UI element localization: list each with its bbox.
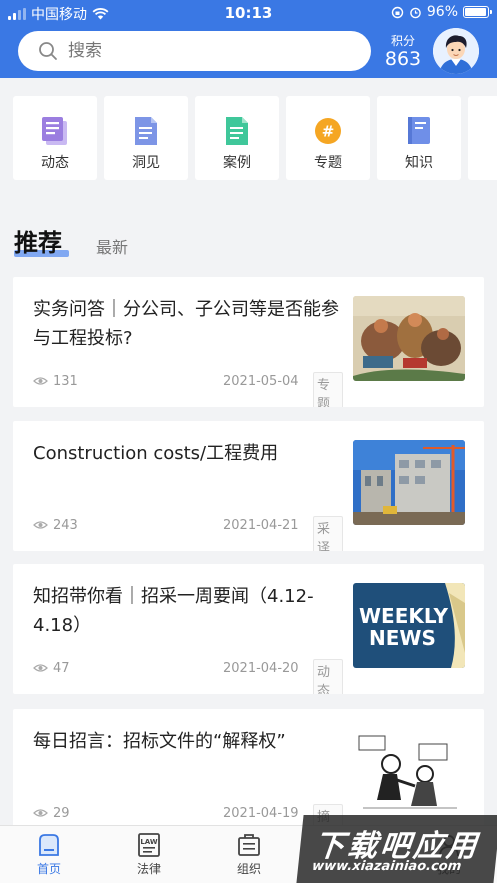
search-icon bbox=[39, 42, 57, 60]
points-display[interactable]: 积分 863 bbox=[380, 32, 426, 69]
site-watermark: 下载吧应用 www.xiazainiao.com bbox=[296, 815, 497, 883]
battery-icon bbox=[463, 6, 492, 18]
article-meta: 29 2021-04-19 摘编 bbox=[33, 804, 343, 839]
nav-organization[interactable]: 组织 bbox=[224, 832, 274, 877]
category-label: 洞见 bbox=[132, 155, 160, 171]
category-label: 动态 bbox=[41, 155, 69, 171]
orientation-lock-icon bbox=[391, 6, 404, 18]
category-knowledge[interactable]: 知识 bbox=[377, 96, 461, 180]
article-date: 2021-04-21 bbox=[223, 518, 299, 533]
organization-icon bbox=[238, 834, 260, 856]
views-eye-icon bbox=[33, 664, 48, 672]
category-more[interactable] bbox=[468, 96, 497, 180]
article-date: 2021-04-19 bbox=[223, 806, 299, 821]
views-eye-icon bbox=[33, 521, 48, 529]
category-topics[interactable]: # 专题 bbox=[286, 96, 370, 180]
category-label: 专题 bbox=[314, 155, 342, 171]
article-card[interactable]: 知招带你看｜招采一周要闻（4.12-4.18） 47 2021-04-20 动态… bbox=[13, 564, 484, 694]
nav-label: 法律 bbox=[136, 862, 161, 876]
battery-percent: 96% bbox=[426, 4, 458, 20]
book-icon bbox=[408, 117, 430, 144]
category-label: 案例 bbox=[223, 155, 251, 171]
cartoon-thumbnail-image bbox=[353, 728, 465, 813]
article-title: 实务问答｜分公司、子公司等是否能参与工程投标? bbox=[33, 299, 339, 349]
nav-label: 首页 bbox=[36, 862, 61, 876]
case-doc-icon bbox=[226, 117, 248, 145]
article-tag: 动态 bbox=[313, 659, 343, 694]
thumb-weekly-text: WEEKLY bbox=[359, 604, 449, 628]
article-date: 2021-05-04 bbox=[223, 374, 299, 389]
nav-law[interactable]: LAW 法律 bbox=[124, 832, 174, 877]
article-title: 知招带你看｜招采一周要闻（4.12-4.18） bbox=[33, 586, 314, 636]
category-news[interactable]: 动态 bbox=[13, 96, 97, 180]
weekly-news-thumbnail-image: WEEKLY NEWS bbox=[353, 583, 465, 668]
painting-thumbnail-image bbox=[353, 296, 465, 381]
svg-text:#: # bbox=[322, 123, 335, 141]
article-card[interactable]: Construction costs/工程费用 243 2021-04-21 采… bbox=[13, 421, 484, 551]
article-thumbnail bbox=[353, 728, 465, 813]
article-thumbnail bbox=[353, 440, 465, 525]
views-eye-icon bbox=[33, 809, 48, 817]
status-bar: 中国移动 10:13 96% bbox=[0, 0, 497, 26]
search-input[interactable] bbox=[68, 41, 348, 61]
alarm-icon bbox=[410, 7, 421, 18]
points-label: 积分 bbox=[390, 34, 415, 48]
points-value: 863 bbox=[384, 48, 422, 70]
news-feed-icon bbox=[42, 117, 67, 145]
view-count: 243 bbox=[53, 518, 78, 533]
nav-home[interactable]: 首页 bbox=[24, 832, 74, 877]
article-thumbnail bbox=[353, 296, 465, 381]
category-cases[interactable]: 案例 bbox=[195, 96, 279, 180]
views-eye-icon bbox=[33, 377, 48, 385]
app-header: 中国移动 10:13 96% 积 bbox=[0, 0, 497, 78]
view-count: 47 bbox=[53, 661, 70, 676]
construction-site-thumbnail-image bbox=[353, 440, 465, 525]
tab-recommended[interactable]: 推荐 bbox=[14, 223, 62, 258]
article-title: 每日招言：招标文件的“解释权” bbox=[33, 731, 286, 752]
category-label: 知识 bbox=[405, 155, 433, 171]
article-card[interactable]: 实务问答｜分公司、子公司等是否能参与工程投标? 131 2021-05-04 专… bbox=[13, 277, 484, 407]
article-title: Construction costs/工程费用 bbox=[33, 443, 279, 464]
article-tag: 专题 bbox=[313, 372, 343, 407]
article-thumbnail: WEEKLY NEWS bbox=[353, 583, 465, 668]
article-meta: 47 2021-04-20 动态 bbox=[33, 659, 343, 694]
insight-doc-icon bbox=[135, 117, 157, 145]
user-avatar-icon bbox=[433, 28, 479, 74]
view-count: 29 bbox=[53, 806, 70, 821]
svg-text:LAW: LAW bbox=[140, 838, 158, 846]
search-bar[interactable] bbox=[18, 31, 371, 71]
article-tag: 采译 bbox=[313, 516, 343, 551]
thumb-news-text: NEWS bbox=[369, 626, 436, 650]
avatar[interactable] bbox=[433, 28, 479, 74]
nav-label: 组织 bbox=[236, 862, 261, 876]
view-count: 131 bbox=[53, 374, 78, 389]
watermark-url: www.xiazainiao.com bbox=[311, 859, 463, 874]
article-meta: 243 2021-04-21 采译 bbox=[33, 516, 343, 551]
category-row: 动态 洞见 案例 # 专题 知识 bbox=[13, 96, 497, 182]
category-insight[interactable]: 洞见 bbox=[104, 96, 188, 180]
article-meta: 131 2021-05-04 专题 bbox=[33, 372, 343, 407]
law-book-icon: LAW bbox=[138, 833, 160, 857]
article-date: 2021-04-20 bbox=[223, 661, 299, 676]
home-icon bbox=[39, 834, 59, 856]
hashtag-topic-icon: # bbox=[315, 118, 341, 144]
tab-latest[interactable]: 最新 bbox=[96, 234, 128, 258]
